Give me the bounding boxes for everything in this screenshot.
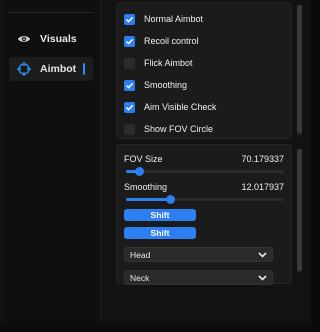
checkbox-smoothing[interactable]: Smoothing — [124, 78, 187, 92]
sidebar-divider — [8, 12, 94, 13]
fov-size-row: FOV Size 70.179337 — [124, 154, 284, 164]
checkbox-aim-visible-check[interactable]: Aim Visible Check — [124, 100, 216, 114]
chevron-down-icon — [258, 250, 267, 260]
keybind-button-2[interactable]: Shift — [124, 227, 196, 239]
aimbot-settings-panel: FOV Size 70.179337 Smoothing 12.017937 S… — [116, 144, 302, 285]
scrollbar-thumb[interactable] — [297, 149, 302, 271]
crosshair-icon — [16, 61, 32, 77]
fov-size-slider[interactable] — [126, 167, 284, 176]
checkbox-checked[interactable] — [124, 79, 135, 91]
aim-bone-select-primary[interactable]: Head — [124, 247, 273, 262]
checkbox-show-fov-circle[interactable]: Show FOV Circle — [124, 122, 213, 136]
sidebar-item-label: Aimbot — [40, 63, 77, 75]
scrollbar-thumb[interactable] — [297, 5, 302, 133]
checkbox-checked[interactable] — [124, 101, 135, 113]
checkbox-label: Aim Visible Check — [144, 102, 217, 112]
checkbox-unchecked[interactable] — [124, 123, 135, 135]
checkbox-normal-aimbot[interactable]: Normal Aimbot — [124, 12, 203, 26]
checkbox-label: Flick Aimbot — [144, 58, 193, 68]
bottom-bar — [0, 322, 311, 332]
checkbox-recoil-control[interactable]: Recoil control — [124, 34, 199, 48]
sidebar-item-visuals[interactable]: Visuals — [9, 27, 93, 51]
checkbox-label: Show FOV Circle — [144, 124, 214, 134]
checkbox-label: Recoil control — [144, 36, 199, 46]
checkbox-flick-aimbot[interactable]: Flick Aimbot — [124, 56, 193, 70]
slider-label: FOV Size — [124, 154, 163, 164]
scrollbar[interactable] — [297, 5, 302, 136]
checkbox-checked[interactable] — [124, 13, 135, 25]
eye-icon — [16, 31, 32, 47]
select-value: Head — [130, 249, 151, 260]
smoothing-row: Smoothing 12.017937 — [124, 182, 284, 192]
slider-label: Smoothing — [124, 182, 168, 192]
sidebar-edge — [0, 0, 3, 332]
scrollbar[interactable] — [297, 149, 302, 273]
main-content: Normal Aimbot Recoil control Flick Aimbo… — [101, 0, 311, 332]
slider-value: 70.179337 — [241, 154, 284, 164]
smoothing-slider[interactable] — [126, 195, 284, 204]
aimbot-options-panel: Normal Aimbot Recoil control Flick Aimbo… — [116, 2, 302, 139]
aim-bone-select-secondary[interactable]: Neck — [124, 270, 273, 285]
checkbox-label: Smoothing — [144, 80, 188, 90]
checkbox-checked[interactable] — [124, 35, 135, 47]
slider-handle[interactable] — [134, 167, 144, 176]
slider-fill — [126, 198, 171, 201]
chevron-down-icon — [258, 273, 267, 283]
select-value: Neck — [130, 272, 150, 283]
checkbox-label: Normal Aimbot — [144, 14, 204, 24]
active-indicator — [83, 63, 85, 75]
sidebar: Visuals Aimbot — [0, 0, 101, 332]
slider-handle[interactable] — [166, 195, 176, 204]
sidebar-item-label: Visuals — [40, 33, 77, 45]
checkbox-unchecked[interactable] — [124, 57, 135, 69]
sidebar-item-aimbot[interactable]: Aimbot — [9, 57, 93, 81]
keybind-button-1[interactable]: Shift — [124, 209, 196, 221]
slider-value: 12.017937 — [241, 182, 284, 192]
